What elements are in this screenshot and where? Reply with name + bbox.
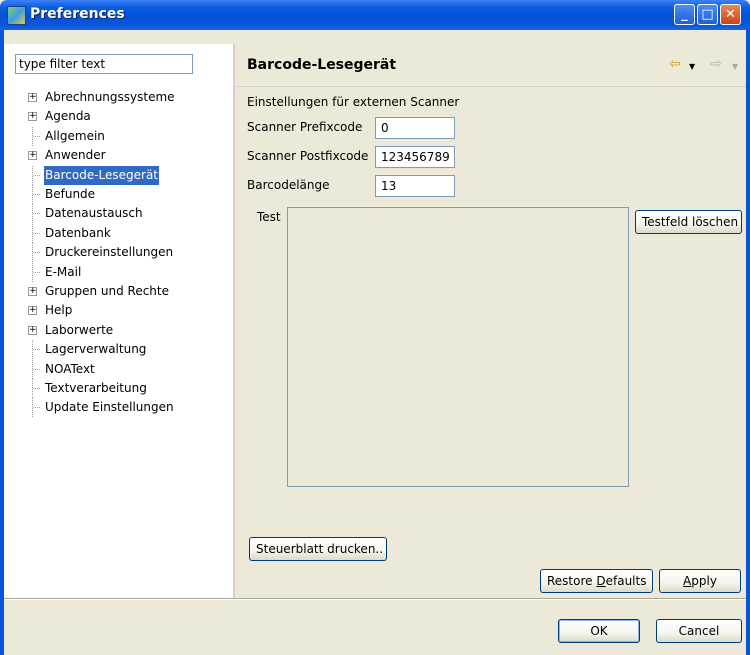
header-separator [235,86,746,87]
section-label: Einstellungen für externen Scanner [247,95,460,109]
tree-connector-line [33,271,40,274]
tree-item-label: Update Einstellungen [45,400,174,415]
tree-item-label: Anwender [45,148,106,163]
tree-item-label: Agenda [45,109,91,124]
apply-label: pply [691,574,717,588]
expand-icon[interactable]: + [28,287,37,296]
page-title: Barcode-Lesegerät [247,57,397,73]
tree-item-label: Laborwerte [45,322,114,337]
clear-test-button[interactable]: Testfeld löschen [635,210,742,234]
prefix-label: Scanner Prefixcode [247,120,363,134]
tree-connector-line [33,407,40,409]
tree-item-label: Datenbank [45,225,111,240]
length-field[interactable]: 13 [375,175,455,197]
tree-item-label: Datenaustausch [45,206,143,221]
ok-button[interactable]: OK [558,619,640,643]
tree-connector-line [33,232,40,235]
test-label: Test [257,210,281,224]
minimize-button[interactable]: _ [674,4,695,25]
cancel-button[interactable]: Cancel [656,619,742,643]
tree-connector-line [33,194,40,196]
tree-item-label: Abrechnungssysteme [45,90,175,104]
restore-defaults-mnemonic: D [596,574,606,588]
restore-defaults-label: Restore [547,574,597,588]
tree-item-label: Barcode-Lesegerät [44,165,160,185]
apply-button[interactable]: Apply [659,569,741,593]
back-arrow-icon[interactable]: ⇦ [669,56,681,72]
app-icon [7,6,26,25]
tree-item-label: NOAText [45,361,95,376]
window-title: Preferences [30,6,125,22]
maximize-button[interactable]: □ [697,4,718,25]
restore-defaults-label-end: efaults [605,574,647,588]
tree-item-label: Textverarbeitung [45,381,147,395]
expand-icon[interactable]: + [28,151,37,161]
expand-icon[interactable]: + [28,306,37,316]
tree-item-label: Gruppen und Rechte [45,284,169,298]
tree-item-label: Allgemein [45,128,105,143]
forward-arrow-icon[interactable]: ⇨ [710,56,722,72]
button-bar-separator-highlight [4,599,746,600]
close-button[interactable]: ✕ [720,4,741,25]
filter-input[interactable] [15,54,193,74]
tree-item-label: E-Mail [45,264,82,279]
window-frame-right [746,30,750,655]
tree-item-label: Help [45,303,73,318]
tree-connector-line [33,135,40,138]
tree-connector-line [33,349,40,351]
test-textarea[interactable] [287,207,629,487]
tree-item-label: Druckereinstellungen [45,245,174,260]
tree-connector-line [33,213,40,215]
expand-icon[interactable]: + [28,325,37,335]
preferences-tree-pane [4,44,233,598]
expand-icon[interactable]: + [28,112,37,122]
tree-connector-line [33,368,40,371]
expand-icon[interactable]: + [28,93,37,102]
restore-defaults-button[interactable]: Restore Defaults [540,569,653,593]
prefix-field[interactable]: 0 [375,117,455,139]
length-label: Barcodelänge [247,178,330,192]
tree-item-label: Befunde [45,187,96,201]
postfix-label: Scanner Postfixcode [247,149,369,163]
tree-connector-line [33,388,40,390]
back-dropdown-icon[interactable]: ▼ [689,62,695,71]
tree-connector-line [33,174,40,177]
print-sheet-button[interactable]: Steuerblatt drucken.. [249,537,387,561]
tree-connector-line [33,252,40,254]
forward-dropdown-icon[interactable]: ▼ [732,62,738,71]
postfix-field[interactable]: 123456789 [375,146,455,168]
tree-item-label: Lagerverwaltung [45,342,147,357]
